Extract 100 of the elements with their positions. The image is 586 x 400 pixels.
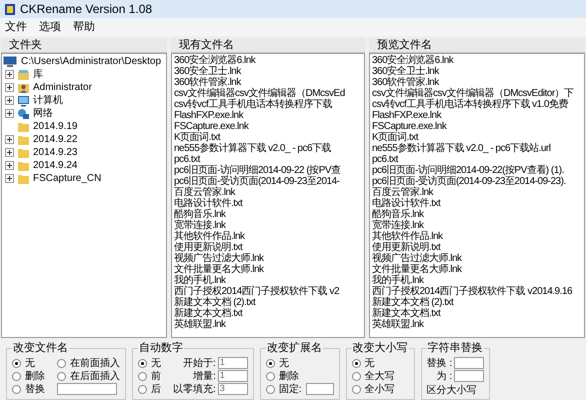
radio-button[interactable]	[12, 358, 21, 368]
tree-item[interactable]: 2014.9.22	[33, 132, 78, 147]
file-name[interactable]: 新建文本文档 (2).txt	[372, 297, 582, 308]
file-name[interactable]: 西门子授权2014西门子授权软件下载 v2014.9.16	[372, 286, 582, 297]
file-name[interactable]: ne555参数计算器下载 v2.0_ - pc6下载站.url	[372, 143, 582, 154]
tree-item[interactable]: Administrator	[33, 80, 92, 95]
input-field[interactable]: 3	[218, 383, 248, 395]
radio-button[interactable]	[352, 384, 361, 394]
tree-item[interactable]: 库	[33, 67, 43, 82]
file-name[interactable]: K页面词.txt	[174, 132, 362, 143]
radio-button[interactable]	[57, 358, 66, 368]
file-name[interactable]: 使用更新说明.txt	[174, 242, 362, 253]
file-name[interactable]: pc6.txt	[174, 154, 362, 165]
tree-item[interactable]: 2014.9.19	[33, 119, 78, 134]
input-field[interactable]	[454, 370, 484, 382]
file-name[interactable]: 文件批量更名大师.lnk	[372, 264, 582, 275]
file-name[interactable]: 电路设计软件.txt	[372, 198, 582, 209]
file-name[interactable]: csv文件编辑器csv文件编辑器（DMcsvEd	[174, 88, 362, 99]
file-name[interactable]: 酷狗音乐.lnk	[174, 209, 362, 220]
radio-label: 无	[278, 356, 289, 370]
file-name[interactable]: 宽带连接.lnk	[174, 220, 362, 231]
radio-button[interactable]	[138, 372, 147, 380]
file-name[interactable]: 视频广告过滤大师.lnk	[372, 253, 582, 264]
input-field[interactable]: 1	[218, 357, 248, 369]
expand-icon[interactable]	[5, 70, 14, 79]
file-name[interactable]: ne555参数计算器下载 v2.0_ - pc6下载	[174, 143, 362, 154]
file-name[interactable]: 新建文本文档.txt	[372, 308, 582, 319]
menu-item[interactable]: 帮助	[73, 18, 95, 36]
file-name[interactable]: csv文件编辑器csv文件编辑器（DMcsvEditor）下	[372, 88, 582, 99]
menu-item[interactable]: 文件	[5, 18, 27, 36]
option-label: 区分大小写	[426, 384, 478, 396]
radio-button[interactable]	[266, 384, 275, 394]
radio-button[interactable]	[352, 372, 361, 380]
expand-icon[interactable]	[5, 96, 14, 105]
file-name[interactable]: K页面词.txt	[372, 132, 582, 143]
tree-item[interactable]: 网络	[33, 106, 53, 121]
file-name[interactable]: 我的手机.lnk	[174, 275, 362, 286]
file-name[interactable]: 新建文本文档.txt	[174, 308, 362, 319]
radio-button[interactable]	[138, 384, 147, 394]
file-name[interactable]: 其他软件作品.lnk	[372, 231, 582, 242]
file-name[interactable]: 西门子授权2014西门子授权软件下载 v2	[174, 286, 362, 297]
file-name[interactable]: FSCapture.exe.lnk	[174, 121, 362, 132]
file-name[interactable]: csv转vcf工具手机电话本转换程序下载 v1.0免费	[372, 99, 582, 110]
file-name[interactable]: pc6旧页面-访问明细2014-09-22 (按PV查	[174, 165, 362, 176]
radio-button[interactable]	[352, 358, 361, 368]
tree-item[interactable]: 2014.9.24	[33, 158, 78, 173]
file-name[interactable]: 新建文本文档 (2).txt	[174, 297, 362, 308]
radio-button[interactable]	[138, 358, 147, 368]
radio-button[interactable]	[12, 372, 21, 380]
tree-item[interactable]: 计算机	[33, 93, 63, 108]
file-name[interactable]: 百度云管家.lnk	[174, 187, 362, 198]
file-name[interactable]: 360软件管家.lnk	[372, 77, 582, 88]
tree-item[interactable]: C:\Users\Administrator\Desktop	[21, 54, 162, 69]
file-name[interactable]: 我的手机.lnk	[372, 275, 582, 286]
file-name[interactable]: 360安全卫士.lnk	[372, 66, 582, 77]
radio-label: 删除	[278, 370, 299, 384]
radio-button[interactable]	[266, 372, 275, 380]
radio-label: 全小写	[364, 382, 395, 396]
file-name[interactable]: 酷狗音乐.lnk	[372, 209, 582, 220]
expand-icon[interactable]	[5, 174, 14, 183]
file-name[interactable]: pc6.txt	[372, 154, 582, 165]
file-name[interactable]: 360软件管家.lnk	[174, 77, 362, 88]
radio-button[interactable]	[266, 358, 275, 368]
file-name[interactable]: pc6旧页面-受访页面(2014-09-23至2014-	[174, 176, 362, 187]
file-name[interactable]: FSCapture.exe.lnk	[372, 121, 582, 132]
radio-label: 在前面插入	[70, 356, 120, 370]
file-name[interactable]: pc6旧页面-受访页面(2014-09-23至2014-09-23).	[372, 176, 582, 187]
field-label: 替换 :	[426, 356, 452, 370]
file-name[interactable]: 视频广告过滤大师.lnk	[174, 253, 362, 264]
file-name[interactable]: csv转vcf工具手机电话本转换程序下载	[174, 99, 362, 110]
radio-button[interactable]	[12, 384, 21, 394]
file-name[interactable]: 360安全浏览器6.lnk	[372, 55, 582, 66]
tree-item[interactable]: 2014.9.23	[33, 145, 78, 160]
file-name[interactable]: pc6旧页面-访问明细2014-09-22(按PV查看) (1).	[372, 165, 582, 176]
file-name[interactable]: 文件批量更名大师.lnk	[174, 264, 362, 275]
file-name[interactable]: 使用更新说明.txt	[372, 242, 582, 253]
file-name[interactable]: 电路设计软件.txt	[174, 198, 362, 209]
file-name[interactable]: 宽带连接.lnk	[372, 220, 582, 231]
input-field[interactable]	[57, 383, 117, 395]
radio-label: 无	[364, 356, 375, 370]
expand-icon[interactable]	[5, 109, 14, 118]
input-field[interactable]	[306, 383, 334, 395]
file-name[interactable]: 其他软件作品.lnk	[174, 231, 362, 242]
file-name[interactable]: 百度云管家.lnk	[372, 187, 582, 198]
menu-item[interactable]: 选项	[39, 18, 61, 36]
expand-icon[interactable]	[5, 135, 14, 144]
file-name[interactable]: 360安全浏览器6.lnk	[174, 55, 362, 66]
file-name[interactable]: 英雄联盟.lnk	[174, 319, 362, 330]
expand-icon[interactable]	[5, 83, 14, 92]
tree-item[interactable]: FSCapture_CN	[33, 171, 102, 186]
input-field[interactable]	[454, 357, 484, 369]
file-name[interactable]: FlashFXP.exe.lnk	[174, 110, 362, 121]
file-name[interactable]: FlashFXP.exe.lnk	[372, 110, 582, 121]
expand-icon[interactable]	[5, 148, 14, 157]
radio-label: 前	[151, 370, 161, 384]
radio-button[interactable]	[57, 372, 66, 380]
file-name[interactable]: 360安全卫士.lnk	[174, 66, 362, 77]
input-field[interactable]: 1	[218, 370, 248, 382]
expand-icon[interactable]	[5, 161, 14, 170]
file-name[interactable]: 英雄联盟.lnk	[372, 319, 582, 330]
